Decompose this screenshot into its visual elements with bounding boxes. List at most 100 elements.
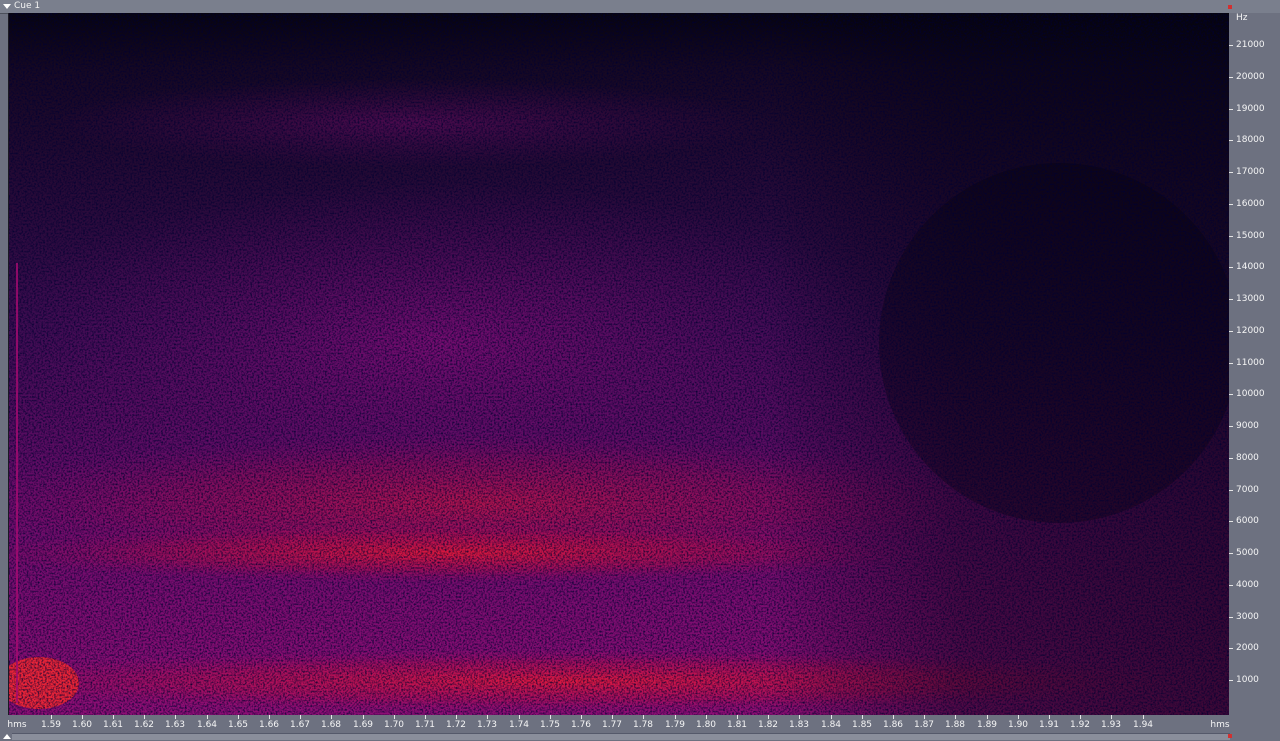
x-tick-mark	[1018, 715, 1019, 719]
y-tick-mark	[1229, 585, 1233, 586]
x-tick-label: 1.90	[1007, 720, 1029, 730]
x-tick-label: 1.65	[227, 720, 249, 730]
y-tick-mark	[1229, 140, 1233, 141]
y-tick-label: 19000	[1236, 104, 1265, 114]
y-tick-label: 18000	[1236, 135, 1265, 145]
x-tick-mark	[893, 715, 894, 719]
y-tick-mark	[1229, 394, 1233, 395]
x-tick-mark	[1143, 715, 1144, 719]
x-tick-mark	[924, 715, 925, 719]
y-tick-mark	[1229, 45, 1233, 46]
x-tick-mark	[113, 715, 114, 719]
x-tick-label: 1.72	[445, 720, 467, 730]
y-tick-label: 16000	[1236, 199, 1265, 209]
y-tick-mark	[1229, 553, 1233, 554]
x-tick-label: 1.94	[1132, 720, 1154, 730]
x-tick-label: 1.61	[102, 720, 124, 730]
x-tick-mark	[550, 715, 551, 719]
y-tick-label: 3000	[1236, 612, 1259, 622]
y-tick-mark	[1229, 299, 1233, 300]
x-tick-label: 1.82	[757, 720, 779, 730]
x-tick-label: 1.62	[133, 720, 155, 730]
x-tick-mark	[175, 715, 176, 719]
cue-title: Cue 1	[14, 1, 41, 11]
x-tick-label: 1.92	[1069, 720, 1091, 730]
collapse-triangle-icon[interactable]	[3, 4, 11, 9]
y-tick-mark	[1229, 458, 1233, 459]
x-tick-mark	[1111, 715, 1112, 719]
x-tick-label: 1.83	[788, 720, 810, 730]
expand-triangle-icon[interactable]	[3, 734, 11, 739]
horizontal-scrollbar[interactable]	[12, 733, 1230, 740]
y-tick-label: 15000	[1236, 231, 1265, 241]
x-tick-label: 1.74	[508, 720, 530, 730]
x-tick-mark	[82, 715, 83, 719]
x-tick-label: 1.73	[476, 720, 498, 730]
time-axis: hms hms 1.59 1.60 1.61 1.62 1.63 1.64 1.65 1.66…	[0, 715, 1280, 741]
y-tick-mark	[1229, 648, 1233, 649]
y-tick-label: 8000	[1236, 453, 1259, 463]
x-tick-label: 1.87	[913, 720, 935, 730]
x-tick-mark	[706, 715, 707, 719]
x-tick-label: 1.85	[851, 720, 873, 730]
x-tick-label: 1.80	[695, 720, 717, 730]
x-tick-label: 1.78	[632, 720, 654, 730]
x-tick-label: 1.68	[320, 720, 342, 730]
x-tick-label: 1.69	[352, 720, 374, 730]
x-tick-label: 1.67	[289, 720, 311, 730]
spectrogram-view[interactable]	[8, 13, 1230, 715]
x-tick-label: 1.88	[944, 720, 966, 730]
x-tick-mark	[768, 715, 769, 719]
x-tick-mark	[612, 715, 613, 719]
x-tick-label: 1.63	[164, 720, 186, 730]
y-tick-label: 10000	[1236, 389, 1265, 399]
x-tick-mark	[363, 715, 364, 719]
y-tick-label: 1000	[1236, 675, 1259, 685]
y-tick-label: 11000	[1236, 358, 1265, 368]
y-tick-mark	[1229, 236, 1233, 237]
y-tick-mark	[1229, 331, 1233, 332]
y-tick-label: 13000	[1236, 294, 1265, 304]
y-tick-label: 4000	[1236, 580, 1259, 590]
cue-header[interactable]: Cue 1	[0, 0, 1280, 14]
x-tick-label: 1.75	[539, 720, 561, 730]
x-tick-mark	[425, 715, 426, 719]
x-tick-mark	[955, 715, 956, 719]
y-tick-mark	[1229, 680, 1233, 681]
x-tick-label: 1.77	[601, 720, 623, 730]
x-tick-mark	[737, 715, 738, 719]
y-tick-label: 17000	[1236, 167, 1265, 177]
x-tick-label: 1.93	[1100, 720, 1122, 730]
y-tick-mark	[1229, 267, 1233, 268]
y-unit-label: Hz	[1236, 13, 1248, 23]
y-tick-mark	[1229, 109, 1233, 110]
x-tick-label: 1.66	[258, 720, 280, 730]
y-tick-mark	[1229, 617, 1233, 618]
y-tick-label: 20000	[1236, 72, 1265, 82]
x-tick-mark	[1080, 715, 1081, 719]
y-tick-label: 6000	[1236, 516, 1259, 526]
y-tick-mark	[1229, 172, 1233, 173]
x-tick-mark	[675, 715, 676, 719]
x-tick-mark	[238, 715, 239, 719]
y-tick-mark	[1229, 363, 1233, 364]
x-tick-mark	[269, 715, 270, 719]
x-tick-mark	[831, 715, 832, 719]
x-tick-label: 1.91	[1038, 720, 1060, 730]
x-unit-right: hms	[1210, 720, 1230, 730]
x-tick-mark	[300, 715, 301, 719]
y-tick-label: 2000	[1236, 643, 1259, 653]
y-tick-label: 21000	[1236, 40, 1265, 50]
marker-top-right[interactable]	[1228, 5, 1232, 9]
y-tick-label: 5000	[1236, 548, 1259, 558]
x-tick-label: 1.79	[664, 720, 686, 730]
x-tick-mark	[144, 715, 145, 719]
x-tick-mark	[394, 715, 395, 719]
x-tick-mark	[643, 715, 644, 719]
y-tick-label: 14000	[1236, 262, 1265, 272]
x-tick-mark	[207, 715, 208, 719]
marker-bottom-right[interactable]	[1228, 734, 1232, 738]
y-tick-mark	[1229, 521, 1233, 522]
x-tick-label: 1.64	[196, 720, 218, 730]
x-tick-label: 1.60	[71, 720, 93, 730]
